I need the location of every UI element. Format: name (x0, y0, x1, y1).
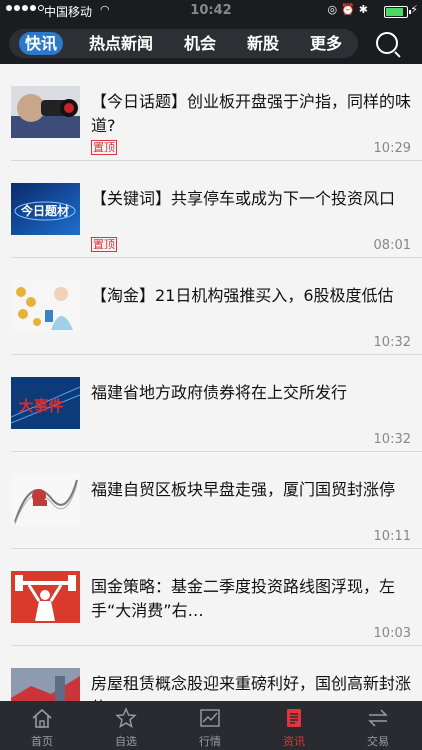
news-time: 10:32 (373, 432, 411, 447)
tab-market[interactable]: 行情 (168, 701, 252, 750)
news-item[interactable]: 【淘金】21日机构强推买入，6股极度低估 10:32 (0, 258, 422, 355)
home-icon (32, 708, 52, 728)
news-thumbnail (11, 280, 80, 332)
news-item[interactable]: 房屋租赁概念股迎来重磅利好，国创高新封涨停 (0, 646, 422, 701)
news-title: 福建自贸区板块早盘走强，厦门国贸封涨停 (91, 480, 396, 499)
star-icon (115, 707, 137, 728)
news-title: 【今日话题】创业板开盘强于沪指，同样的味道? (91, 92, 412, 135)
tab-label: 首页 (31, 735, 53, 748)
news-title: 【关键词】共享停车或成为下一个投资风口 (91, 189, 396, 208)
news-thumbnail (11, 474, 80, 526)
news-time: 10:03 (373, 626, 411, 641)
tab-label: 资讯 (283, 735, 305, 748)
status-bar: 中国移动 ◠ 10:42 ◎⏰✱ ⚡ (0, 0, 422, 22)
news-thumbnail: 今日题材 (11, 183, 80, 235)
category-tabs: 快讯 热点新闻 机会 新股 更多 (9, 29, 358, 58)
news-item[interactable]: 福建自贸区板块早盘走强，厦门国贸封涨停 10:11 (0, 452, 422, 549)
news-title: 房屋租赁概念股迎来重磅利好，国创高新封涨停 (91, 674, 412, 701)
bottom-tab-bar: 首页 自选 行情 资讯 交易 (0, 701, 422, 750)
tab-trade[interactable]: 交易 (336, 701, 420, 750)
news-title: 福建省地方政府债券将在上交所发行 (91, 383, 348, 402)
chart-icon (200, 709, 220, 727)
news-thumbnail: 大事件 (11, 377, 80, 429)
news-item[interactable]: 大事件 福建省地方政府债券将在上交所发行 10:32 (0, 355, 422, 452)
news-thumbnail (11, 668, 80, 701)
tab-ipo[interactable]: 新股 (247, 29, 279, 58)
news-title: 国金策略：基金二季度投资路线图浮现，左手“大消费”右… (91, 577, 396, 620)
tab-watchlist[interactable]: 自选 (84, 701, 168, 750)
tab-hot-news[interactable]: 热点新闻 (89, 29, 153, 58)
news-list: 【今日话题】创业板开盘强于沪指，同样的味道? 置顶 10:29 今日题材 【关键… (0, 64, 422, 701)
top-bar: 中国移动 ◠ 10:42 ◎⏰✱ ⚡ 快讯 热点新闻 机会 新股 更多 (0, 0, 422, 64)
search-icon[interactable] (376, 32, 398, 54)
tab-label: 自选 (115, 735, 137, 748)
news-thumbnail (11, 571, 80, 623)
news-item[interactable]: 国金策略：基金二季度投资路线图浮现，左手“大消费”右… 10:03 (0, 549, 422, 646)
news-icon (287, 709, 301, 727)
svg-text:今日题材: 今日题材 (20, 203, 69, 218)
tab-home[interactable]: 首页 (0, 701, 84, 750)
news-title: 【淘金】21日机构强推买入，6股极度低估 (91, 286, 394, 305)
svg-text:大事件: 大事件 (18, 397, 63, 415)
battery-icon (384, 6, 411, 18)
news-time: 10:29 (373, 141, 411, 156)
tab-news[interactable]: 资讯 (252, 701, 336, 750)
news-thumbnail (11, 86, 80, 138)
alarm-bluetooth-icon: ◎⏰✱ (327, 3, 372, 16)
tab-kuaixun[interactable]: 快讯 (19, 32, 64, 55)
news-item[interactable]: 今日题材 【关键词】共享停车或成为下一个投资风口 置顶 08:01 (0, 161, 422, 258)
exchange-icon (368, 709, 388, 727)
news-item[interactable]: 【今日话题】创业板开盘强于沪指，同样的味道? 置顶 10:29 (0, 64, 422, 161)
pinned-badge: 置顶 (91, 140, 117, 155)
pinned-badge: 置顶 (91, 237, 117, 252)
tab-more[interactable]: 更多 (310, 29, 342, 58)
tab-label: 交易 (367, 735, 389, 748)
news-time: 10:11 (373, 529, 411, 544)
tab-label: 行情 (199, 735, 221, 748)
tab-opportunity[interactable]: 机会 (184, 29, 216, 58)
news-time: 10:32 (373, 335, 411, 350)
charging-icon: ⚡ (410, 3, 418, 16)
news-time: 08:01 (373, 238, 411, 253)
